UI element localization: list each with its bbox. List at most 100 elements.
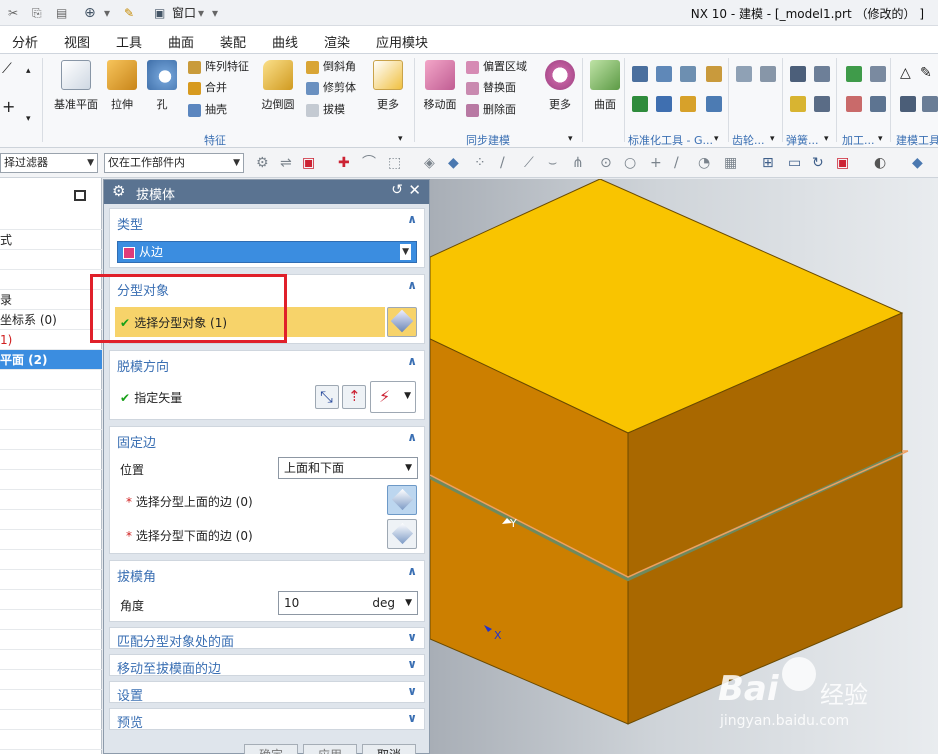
draw-direction-title[interactable]: 脱模方向 <box>117 356 169 375</box>
gear-filter-icon[interactable]: ⚙ <box>256 156 269 170</box>
spring-tool-2-icon[interactable] <box>814 66 830 82</box>
chevron-down-icon[interactable]: ∨ <box>407 630 417 644</box>
tangent-icon[interactable]: ⋔ <box>572 156 584 170</box>
position-dropdown[interactable]: 上面和下面 ▼ <box>278 457 418 479</box>
scroll-down-icon[interactable]: ▾ <box>26 110 31 128</box>
build-tool-2-icon[interactable] <box>922 96 938 112</box>
shading-icon[interactable]: ◐ <box>874 156 886 170</box>
std-tool-5-icon[interactable] <box>632 96 648 112</box>
maximize-icon[interactable] <box>74 190 86 201</box>
pattern-feature-button[interactable]: 阵列特征 <box>188 58 249 76</box>
menu-application[interactable]: 应用模块 <box>376 32 428 51</box>
move-edges-section[interactable]: 移动至拔模面的边 ∨ <box>109 654 425 677</box>
angle-input[interactable]: 10 deg ▼ <box>278 591 418 615</box>
draft-button[interactable]: 拔模 <box>306 101 345 119</box>
grid-points-icon[interactable]: ⁘ <box>474 156 486 170</box>
offset-region-button[interactable]: 偏置区域 <box>466 58 527 76</box>
end-point-icon[interactable]: ⟋ <box>524 156 534 170</box>
snap-icon[interactable]: ⇌ <box>280 156 292 170</box>
center-point-icon[interactable]: ⊙ <box>600 156 612 170</box>
std-group-expand-icon[interactable]: ▾ <box>714 130 719 148</box>
scroll-up-icon[interactable]: ▴ <box>26 62 31 80</box>
view-zoom-icon[interactable]: ▭ <box>788 156 801 170</box>
chevron-up-icon[interactable]: ∧ <box>407 212 417 226</box>
hole-button[interactable]: 孔 <box>146 60 178 112</box>
line-snap-icon[interactable]: / <box>500 156 505 170</box>
menu-assembly[interactable]: 装配 <box>220 32 246 51</box>
vector-type-dropdown[interactable]: ⚡ ▼ <box>370 381 416 413</box>
rotate-icon[interactable]: ↻ <box>812 156 824 170</box>
feature-select-icon[interactable]: ✚ <box>338 156 350 170</box>
spring-tool-3-icon[interactable] <box>790 96 806 112</box>
menu-tools[interactable]: 工具 <box>116 32 142 51</box>
navigator-row[interactable]: 1) <box>0 330 102 350</box>
std-tool-2-icon[interactable] <box>656 66 672 82</box>
spring-tool-1-icon[interactable] <box>790 66 806 82</box>
more-features-button[interactable]: 更多 <box>370 60 406 112</box>
chevron-up-icon[interactable]: ∧ <box>407 430 417 444</box>
paste-icon[interactable]: ▤ <box>56 5 67 21</box>
fixed-edge-title[interactable]: 固定边 <box>117 432 156 451</box>
menu-view[interactable]: 视图 <box>64 32 90 51</box>
more-sync-button[interactable]: 更多 <box>542 60 578 112</box>
unite-button[interactable]: 合并 <box>188 79 227 97</box>
tool-icon[interactable]: ✎ <box>920 64 932 82</box>
gear-group-expand-icon[interactable]: ▾ <box>770 130 775 148</box>
close-icon[interactable]: ✕ <box>408 181 421 199</box>
reset-icon[interactable]: ↺ <box>391 182 403 198</box>
type-dropdown[interactable]: 从边 ▼ <box>117 241 417 263</box>
cancel-button[interactable]: 取消 <box>362 744 416 754</box>
spring-tool-4-icon[interactable] <box>814 96 830 112</box>
navigator-row[interactable]: 式 <box>0 230 102 250</box>
match-parting-faces-section[interactable]: 匹配分型对象处的面 ∨ <box>109 627 425 650</box>
type-filter-dropdown[interactable]: 择过滤器 ▼ <box>0 153 98 173</box>
render-style-icon[interactable]: ▣ <box>836 156 849 170</box>
preview-section[interactable]: 预览 ∨ <box>109 708 425 731</box>
slash-snap-icon[interactable]: / <box>674 156 679 170</box>
view-fit-icon[interactable]: ⊞ <box>762 156 774 170</box>
cross-snap-icon[interactable]: + <box>650 156 662 170</box>
navigator-row[interactable]: 平面 (2) <box>0 350 102 370</box>
chevron-down-icon[interactable]: ∨ <box>407 684 417 698</box>
shell-button[interactable]: 抽壳 <box>188 101 227 119</box>
line-icon[interactable]: ⟋ <box>2 60 12 78</box>
chamfer-button[interactable]: 倒斜角 <box>306 58 356 76</box>
type-section-title[interactable]: 类型 <box>117 214 143 233</box>
menu-curve[interactable]: 曲线 <box>272 32 298 51</box>
solid-body-icon[interactable]: ◈ <box>424 156 435 170</box>
graphics-viewport[interactable]: Y X Bai 经验 jingyan.baidu.com <box>430 179 938 754</box>
select-parting-object-button[interactable] <box>387 307 417 337</box>
settings-section[interactable]: 设置 ∨ <box>109 681 425 704</box>
machining-group-expand-icon[interactable]: ▾ <box>878 130 883 148</box>
rectangle-select-icon[interactable]: ⬚ <box>388 156 401 170</box>
navigator-row[interactable] <box>0 210 102 230</box>
machining-tool-3-icon[interactable] <box>846 96 862 112</box>
machining-tool-1-icon[interactable] <box>846 66 862 82</box>
dropdown-icon[interactable]: ▾ <box>104 5 110 21</box>
circle-point-icon[interactable]: ○ <box>624 156 636 170</box>
chevron-up-icon[interactable]: ∧ <box>407 564 417 578</box>
chevron-up-icon[interactable]: ∧ <box>407 278 417 292</box>
surface-button[interactable]: 曲面 <box>588 60 622 112</box>
window-menu-chevron-icon[interactable]: ▾ <box>198 5 204 21</box>
paint-icon[interactable]: ✎ <box>124 5 134 21</box>
trim-body-button[interactable]: 修剪体 <box>306 79 356 97</box>
std-tool-6-icon[interactable] <box>656 96 672 112</box>
arc-snap-icon[interactable]: ⌣ <box>548 156 557 170</box>
selection-scope-dropdown[interactable]: 仅在工作部件内 ▼ <box>104 153 244 173</box>
copy-icon[interactable]: ⎘ <box>32 5 42 21</box>
curve-rule-icon[interactable]: ⌒ <box>362 156 376 170</box>
more-icon[interactable]: ▾ <box>212 5 218 21</box>
move-face-button[interactable]: 移动面 <box>420 60 460 112</box>
menu-analysis[interactable]: 分析 <box>12 32 38 51</box>
std-tool-8-icon[interactable] <box>706 96 722 112</box>
navigator-row[interactable] <box>0 270 102 290</box>
edge-blend-button[interactable]: 边倒圆 <box>258 60 298 112</box>
chevron-down-icon[interactable]: ∨ <box>407 711 417 725</box>
delete-face-button[interactable]: 删除面 <box>466 101 516 119</box>
gear-tool-1-icon[interactable] <box>736 66 752 82</box>
chevron-down-icon[interactable]: ∨ <box>407 657 417 671</box>
plus-icon[interactable]: + <box>2 98 15 116</box>
extrude-button[interactable]: 拉伸 <box>104 60 140 112</box>
menu-render[interactable]: 渲染 <box>324 32 350 51</box>
